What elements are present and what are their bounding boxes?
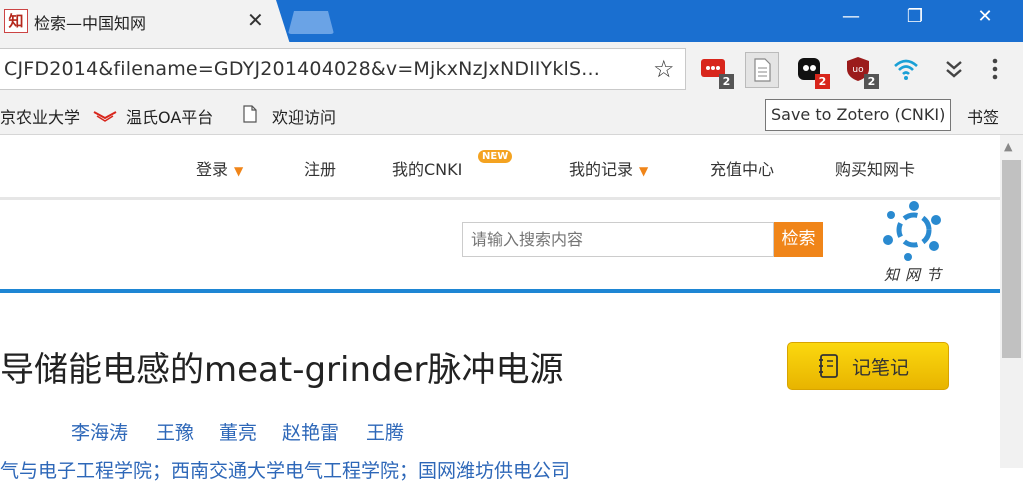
take-note-button[interactable]: 记笔记 (787, 342, 949, 390)
zotero-button[interactable] (745, 52, 779, 88)
new-tab-button[interactable] (288, 11, 334, 34)
login-label: 登录 (196, 160, 229, 179)
affiliation-links[interactable]: 气与电子工程学院；西南交通大学电气工程学院；国网潍坊供电公司 (0, 456, 570, 483)
cnki-network-logo-icon (883, 201, 941, 261)
author-link[interactable]: 王豫 (156, 418, 194, 445)
wifi-button[interactable] (892, 55, 924, 87)
author-link[interactable]: 王腾 (366, 418, 404, 445)
url-text[interactable]: CJFD2014&filename=GDYJ201404028&v=MjkxNz… (4, 58, 600, 80)
expand-icon (946, 61, 962, 78)
recharge-link[interactable]: 充值中心 (710, 156, 774, 180)
ghostery-button[interactable]: 2 (796, 55, 830, 89)
take-note-label: 记笔记 (852, 357, 910, 379)
bookmark-other[interactable]: 书签 (967, 104, 999, 128)
author-link[interactable]: 赵艳雷 (282, 418, 339, 445)
register-link[interactable]: 注册 (304, 156, 336, 180)
new-badge: NEW (478, 150, 513, 163)
ext-red-dots-icon[interactable]: 2 (700, 55, 734, 89)
tab-title: 检索—中国知网 (34, 14, 147, 33)
minimize-button[interactable]: — (836, 6, 866, 27)
wens-logo-icon (93, 108, 117, 122)
notebook-icon (819, 354, 838, 378)
my-cnki-label: 我的CNKI (392, 160, 463, 179)
bookmark-wens-oa[interactable]: 温氏OA平台 (126, 104, 213, 128)
menu-button[interactable] (982, 55, 1014, 87)
my-records-menu[interactable]: 我的记录 ▼ (569, 156, 648, 180)
buy-card-link[interactable]: 购买知网卡 (835, 156, 915, 180)
author-link[interactable]: 李海涛 (71, 418, 128, 445)
zotero-tooltip: Save to Zotero (CNKI) (765, 99, 952, 131)
my-records-label: 我的记录 (569, 160, 634, 179)
zotero-page-icon (754, 58, 771, 82)
cnki-favicon-icon: 知 (4, 9, 28, 33)
close-tab-icon[interactable]: ✕ (247, 8, 264, 32)
blue-divider (0, 289, 1000, 293)
ublock-button[interactable]: uo 2 (845, 55, 879, 89)
festival-logo-text: 知网节 (884, 266, 948, 284)
scroll-up-icon[interactable]: ▲ (1004, 140, 1012, 153)
author-link[interactable]: 董亮 (219, 418, 257, 445)
my-cnki-link[interactable]: 我的CNKI NEW (392, 150, 513, 180)
bookmark-star-icon[interactable]: ☆ (653, 55, 675, 83)
search-input[interactable] (462, 222, 774, 257)
restore-button[interactable]: ❐ (900, 6, 930, 27)
divider (0, 197, 1000, 200)
scrollbar-thumb[interactable] (1002, 160, 1021, 358)
login-menu[interactable]: 登录 ▼ (196, 156, 243, 180)
page-icon (243, 105, 257, 123)
chevron-down-icon: ▼ (234, 164, 244, 178)
wifi-icon (894, 59, 918, 80)
bookmark-university[interactable]: 京农业大学 (0, 104, 80, 128)
ext-badge: 2 (864, 74, 879, 89)
bookmark-welcome[interactable]: 欢迎访问 (272, 104, 336, 128)
paper-title: 导储能电感的meat-grinder脉冲电源 (0, 350, 564, 390)
cnki-festival-logo[interactable]: 知网节 (878, 200, 954, 290)
expand-button[interactable] (941, 55, 973, 87)
search-button[interactable]: 检索 (774, 222, 823, 257)
close-window-button[interactable]: ✕ (970, 6, 1000, 27)
ext-badge: 2 (719, 74, 734, 89)
chevron-down-icon: ▼ (639, 164, 649, 178)
ext-badge: 2 (815, 74, 830, 89)
page-content (0, 135, 1000, 468)
menu-dots-icon (992, 58, 998, 80)
svg-text:uo: uo (852, 65, 864, 75)
